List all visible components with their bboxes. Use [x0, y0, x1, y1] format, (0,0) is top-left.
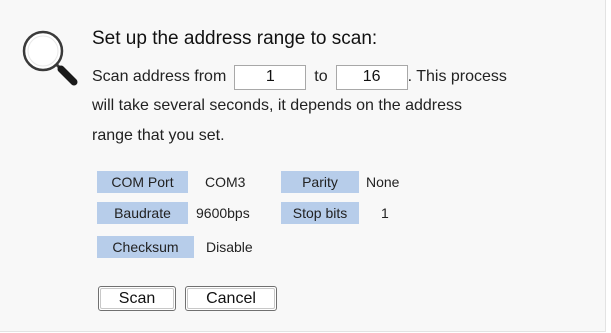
com-port-label: COM Port — [97, 171, 188, 193]
cancel-button-label: Cancel — [187, 288, 275, 309]
address-from-input[interactable] — [234, 64, 307, 90]
baudrate-label: Baudrate — [97, 202, 188, 224]
checksum-value: Disable — [206, 239, 253, 255]
scan-button[interactable]: Scan — [98, 286, 176, 311]
scan-dialog-panel: Set up the address range to scan: Scan a… — [0, 0, 606, 332]
to-label: to — [314, 68, 328, 85]
stop-bits-label: Stop bits — [281, 202, 359, 224]
dialog-title: Set up the address range to scan: — [92, 28, 378, 49]
checksum-label: Checksum — [97, 236, 194, 258]
cancel-button[interactable]: Cancel — [185, 286, 277, 311]
address-to-input[interactable] — [335, 64, 408, 90]
com-port-value: COM3 — [205, 174, 246, 190]
scan-from-label: Scan address from — [92, 68, 227, 85]
address-range-line: Scan address from to . This process — [92, 63, 507, 91]
baudrate-value: 9600bps — [196, 205, 250, 221]
description-line-2: will take several seconds, it depends on… — [92, 97, 462, 114]
parity-value: None — [366, 174, 400, 190]
process-text: . This process — [407, 68, 507, 85]
stop-bits-value: 1 — [381, 205, 389, 221]
scan-button-label: Scan — [100, 288, 174, 309]
search-icon — [22, 30, 78, 86]
description-line-3: range that you set. — [92, 127, 225, 144]
parity-label: Parity — [281, 171, 359, 193]
